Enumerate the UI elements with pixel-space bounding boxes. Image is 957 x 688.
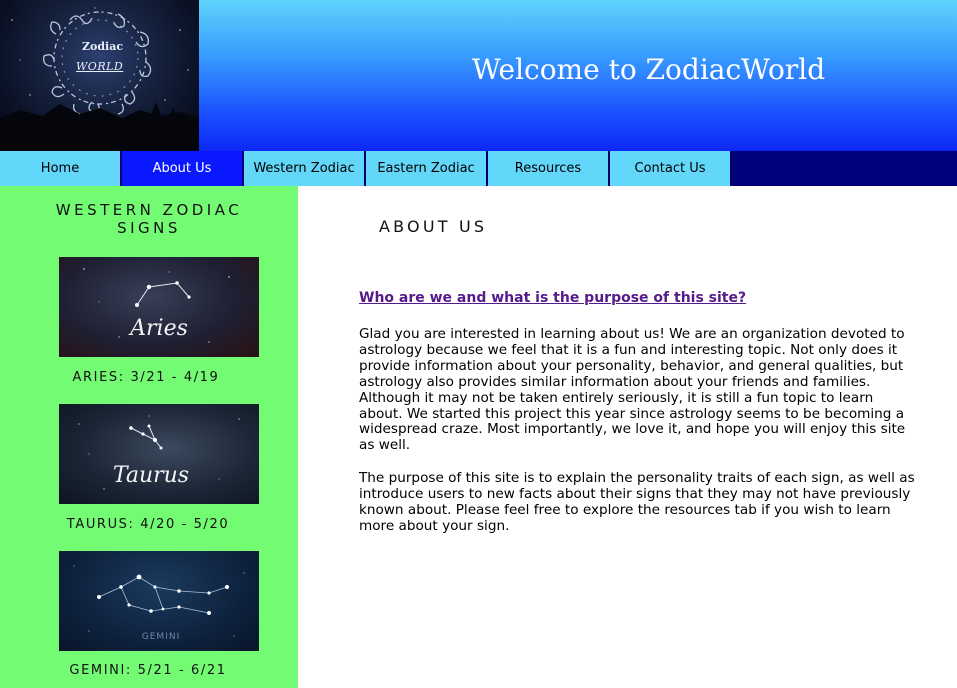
paragraph-line: introduce users to new facts about their…	[359, 485, 911, 502]
gemini-image-text: GEMINI	[142, 632, 180, 642]
aries-image[interactable]: Aries	[59, 257, 259, 357]
paragraph-line: more about your sign.	[359, 517, 510, 534]
sidebar-title: WESTERN ZODIAC SIGNS	[0, 201, 298, 237]
nav-eastern-zodiac[interactable]: Eastern Zodiac	[366, 151, 487, 186]
paragraph-line: widespread craze. Most importantly, we l…	[359, 421, 906, 438]
paragraph-line: Although it may not be taken entirely se…	[359, 389, 874, 406]
paragraph-line: The purpose of this site is to explain t…	[359, 470, 915, 486]
zodiac-wheel-illustration	[0, 7, 199, 151]
gemini-constellation-icon: GEMINI	[73, 565, 245, 642]
aries-caption: ARIES: 3/21 - 4/19	[72, 370, 220, 385]
paragraph-line: as well.	[359, 437, 411, 454]
taurus-image-text: Taurus	[113, 463, 189, 488]
nav-about-us[interactable]: About Us	[122, 151, 243, 186]
section-heading: ABOUT US	[379, 217, 488, 236]
paragraph-line: astrology also provides similar informat…	[359, 373, 871, 390]
sidebar-title-line2: SIGNS	[117, 219, 181, 237]
main-nav: Home About Us Western Zodiac Eastern Zod…	[0, 151, 957, 186]
paragraph-line: Glad you are interested in learning abou…	[359, 326, 905, 342]
about-paragraph-2: The purpose of this site is to explain t…	[359, 470, 951, 535]
page-title: Welcome to ZodiacWorld	[472, 53, 826, 86]
gemini-image[interactable]: GEMINI	[59, 551, 259, 651]
paragraph-line: known about. Please feel free to explore…	[359, 501, 891, 518]
faq-question-link[interactable]: Who are we and what is the purpose of th…	[359, 290, 746, 306]
sidebar-title-line1: WESTERN ZODIAC	[55, 201, 243, 219]
nav-home[interactable]: Home	[0, 151, 121, 186]
taurus-caption: TAURUS: 4/20 - 5/20	[66, 517, 230, 532]
nav-western-zodiac[interactable]: Western Zodiac	[244, 151, 365, 186]
taurus-constellation-icon: Taurus	[78, 415, 240, 490]
site-header: Zodiac WORLD Welcome to ZodiacWorld	[0, 0, 957, 151]
sidebar: WESTERN ZODIAC SIGNS Aries ARIES: 3/21 -…	[0, 186, 298, 688]
about-paragraph-1: Glad you are interested in learning abou…	[359, 326, 951, 454]
nav-resources[interactable]: Resources	[488, 151, 609, 186]
logo-text-zodiac: Zodiac	[82, 40, 124, 53]
aries-constellation-icon: Aries	[83, 268, 230, 343]
gemini-caption: GEMINI: 5/21 - 6/21	[69, 663, 227, 678]
aries-image-text: Aries	[128, 316, 188, 341]
taurus-image[interactable]: Taurus	[59, 404, 259, 504]
site-logo[interactable]: Zodiac WORLD	[0, 0, 199, 151]
paragraph-line: provide information about your personali…	[359, 357, 904, 374]
nav-contact-us[interactable]: Contact Us	[610, 151, 731, 186]
paragraph-line: about. We started this project this year…	[359, 405, 905, 422]
paragraph-line: astrology because we feel that it is a f…	[359, 341, 898, 358]
logo-text-world: WORLD	[76, 60, 124, 73]
